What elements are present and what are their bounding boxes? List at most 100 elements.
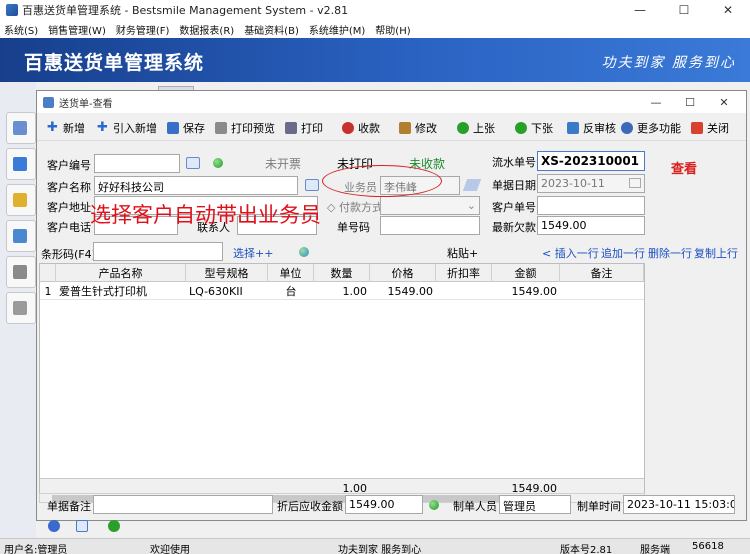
dialog-close-icon[interactable]: ✕ (707, 91, 741, 113)
row-product-name[interactable]: 爱普生针式打印机 (56, 282, 186, 300)
save-button[interactable]: 保存 (167, 117, 205, 139)
maximize-icon[interactable]: ☐ (662, 0, 706, 20)
nav-button-3[interactable] (6, 184, 36, 216)
payment-method-select[interactable]: ⌄ (380, 196, 480, 215)
remark-input[interactable] (93, 495, 273, 514)
grid-col-model[interactable]: 型号规格 (186, 264, 268, 282)
print-button[interactable]: 打印 (285, 117, 323, 139)
append-row-link[interactable]: 追加一行 (601, 245, 645, 261)
left-nav-pane (0, 82, 36, 538)
nav-button-2[interactable] (6, 148, 36, 180)
barcode-input[interactable] (93, 242, 223, 261)
waybill-input[interactable] (380, 216, 480, 235)
net-amount-label: 折后应收金额 (277, 500, 343, 513)
banner-slogan: 功夫到家 服务到心 (601, 55, 736, 71)
customer-order-input[interactable] (537, 196, 645, 215)
menu-reports[interactable]: 数据报表(R) (179, 22, 234, 37)
grid-col-qty[interactable]: 数量 (314, 264, 370, 282)
row-model[interactable]: LQ-630KII (186, 282, 268, 300)
arrow-down-icon (515, 121, 527, 134)
status-version: 版本号2.81 (560, 545, 613, 554)
grid-col-unit[interactable]: 单位 (268, 264, 314, 282)
help-icon[interactable] (48, 520, 60, 532)
date-input[interactable]: 2023-10-11 (537, 174, 645, 193)
add-button[interactable]: ✚ 新增 (47, 117, 85, 139)
customer-order-label: 客户单号 (492, 201, 536, 214)
arrow-up-icon (457, 121, 469, 134)
calendar-icon[interactable] (629, 178, 641, 188)
status-welcome: 欢迎使用 (150, 545, 190, 554)
select-link[interactable]: 选择++ (233, 245, 273, 261)
print-preview-button[interactable]: 打印预览 (215, 117, 275, 139)
status-bar: 用户名:管理员 欢迎使用 功夫到家 服务到心 版本号2.81 服务端 56618 (0, 538, 750, 554)
paste-link[interactable]: 粘贴+ (447, 245, 478, 261)
net-amount-input[interactable]: 1549.00 (345, 495, 423, 514)
search-icon[interactable] (76, 520, 88, 532)
grid-col-note[interactable]: 备注 (560, 264, 644, 282)
floppy-icon (167, 121, 179, 134)
eraser-icon[interactable] (462, 179, 482, 191)
minimize-icon[interactable]: — (618, 0, 662, 20)
row-price[interactable]: 1549.00 (370, 282, 436, 300)
insert-row-link[interactable]: < 插入一行 (542, 245, 599, 261)
dialog-maximize-icon[interactable]: ☐ (673, 91, 707, 113)
menu-sales[interactable]: 销售管理(W) (48, 22, 106, 37)
nav-button-6[interactable] (6, 292, 36, 324)
row-qty[interactable]: 1.00 (314, 282, 370, 300)
nav-button-4[interactable] (6, 220, 36, 252)
edit-button[interactable]: 修改 (399, 117, 437, 139)
balance-input[interactable]: 1549.00 (537, 216, 645, 235)
customer-name-input[interactable]: 好好科技公司 (94, 176, 298, 195)
status-slogan: 功夫到家 服务到心 (338, 545, 422, 554)
menu-system[interactable]: 系统(S) (4, 22, 38, 37)
prev-sheet-button[interactable]: 上张 (457, 117, 495, 139)
grid-col-discount[interactable]: 折扣率 (436, 264, 492, 282)
serial-input[interactable]: XS-202310001 (537, 151, 645, 171)
menu-maintenance[interactable]: 系统维护(M) (309, 22, 365, 37)
lookup-icon[interactable] (305, 179, 319, 191)
gear-icon (621, 121, 633, 134)
tools-icon (399, 121, 411, 134)
plus-icon: ✚ (47, 119, 58, 135)
grid-header: 产品名称 型号规格 单位 数量 价格 折扣率 金额 备注 (40, 264, 644, 282)
dialog-icon (43, 96, 54, 108)
row-note[interactable] (560, 282, 644, 300)
globe-icon[interactable] (299, 247, 309, 257)
grid-col-price[interactable]: 价格 (370, 264, 436, 282)
refresh-icon[interactable] (108, 520, 120, 532)
nav-button-1[interactable] (6, 112, 36, 144)
close-icon[interactable]: ✕ (706, 0, 750, 20)
customer-code-input[interactable] (94, 154, 180, 173)
status-dot-icon (429, 500, 439, 510)
banner-title: 百惠送货单管理系统 (24, 52, 205, 74)
nav-button-5[interactable] (6, 256, 36, 288)
table-row[interactable]: 1 爱普生针式打印机 LQ-630KII 台 1.00 1549.00 1549… (40, 282, 644, 300)
dialog-minimize-icon[interactable]: — (639, 91, 673, 113)
receive-payment-button[interactable]: 收款 (342, 117, 380, 139)
grid-col-amount[interactable]: 金额 (492, 264, 560, 282)
waybill-label: 单号码 (337, 221, 370, 234)
unaudit-button[interactable]: 反审核 (567, 117, 616, 139)
created-time-input[interactable]: 2023-10-11 15:03:06 (623, 495, 735, 514)
delivery-note-dialog: 送货单-查看 — ☐ ✕ ✚ 新增 ✚ 引入新增 保存 打印预览 打印 收款 修改 … (36, 90, 747, 521)
dialog-toolbar: ✚ 新增 ✚ 引入新增 保存 打印预览 打印 收款 修改 上张 下张 反审核 更多功… (37, 115, 746, 141)
phone-label: 客户电话 (47, 221, 91, 234)
row-amount[interactable]: 1549.00 (492, 282, 560, 300)
status-number: 56618 (692, 541, 724, 552)
lookup-icon[interactable] (186, 157, 200, 169)
annotation-text: 选择客户自动带出业务员 (90, 203, 321, 227)
next-sheet-button[interactable]: 下张 (515, 117, 553, 139)
close-dialog-button[interactable]: 关闭 (691, 117, 729, 139)
row-unit[interactable]: 台 (268, 282, 314, 300)
more-functions-button[interactable]: 更多功能 (621, 117, 681, 139)
menu-help[interactable]: 帮助(H) (375, 22, 410, 37)
row-discount[interactable] (436, 282, 492, 300)
product-grid: 产品名称 型号规格 单位 数量 价格 折扣率 金额 备注 1 爱普生针式打印机 … (39, 263, 645, 496)
menu-basic-data[interactable]: 基础资料(B) (244, 22, 299, 37)
grid-col-product[interactable]: 产品名称 (56, 264, 186, 282)
delete-row-link[interactable]: 删除一行 (648, 245, 692, 261)
creator-input[interactable]: 管理员 (499, 495, 571, 514)
import-add-button[interactable]: ✚ 引入新增 (97, 117, 157, 139)
copy-row-link[interactable]: 复制上行 (694, 245, 738, 261)
menu-finance[interactable]: 财务管理(F) (116, 22, 170, 37)
